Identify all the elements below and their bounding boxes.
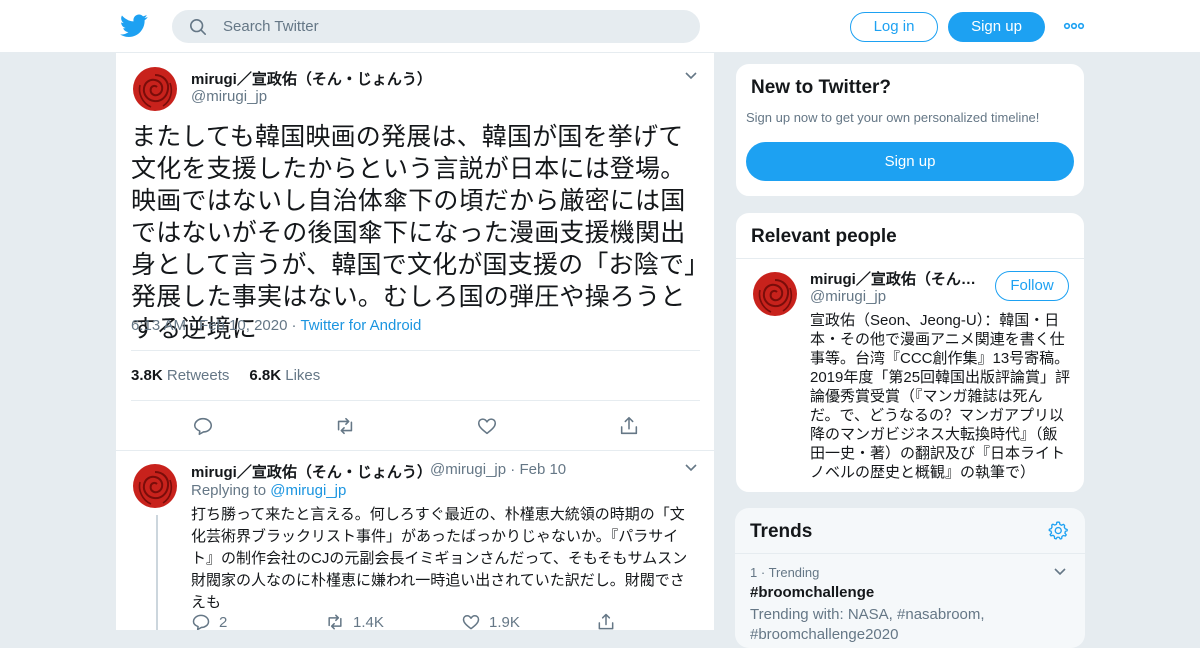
thread-line [156,515,158,630]
divider [736,258,1084,259]
search-input[interactable] [223,11,683,42]
relevant-person-bio: 宣政佑（Seon、Jeong-U）：韓国・日本・その他で漫画アニメ関連を書く仕事… [810,312,1071,481]
likes-label: Likes [285,367,321,384]
like-count: 1.9K [489,613,520,631]
retweets-label: Retweets [166,367,230,384]
trend-related: Trending with: NASA, #nasabroom, #broomc… [750,606,985,643]
tweet-text: またしても韓国映画の発展は、韓国が国を挙げて文化を支援したからという言説が日本に… [131,123,697,343]
avatar[interactable] [131,65,179,113]
retweet-action[interactable]: 1.4K [325,612,384,630]
avatar[interactable] [131,462,179,510]
heart-icon[interactable] [476,415,498,437]
relevant-person-name[interactable]: mirugi／宣政佑（そん・じょんう） [810,268,990,289]
share-icon [598,613,614,630]
search-icon [189,18,207,36]
tweet-time[interactable]: 6:13 AM [131,317,186,334]
replying-handle-link[interactable]: @mirugi_jp [270,482,346,499]
replying-label: Replying to [191,482,267,499]
tweet-date[interactable]: Feb 10, 2020 [199,317,287,334]
signup-button[interactable]: Sign up [746,142,1074,181]
chevron-down-icon[interactable] [1053,567,1067,577]
new-to-twitter-card: New to Twitter? Sign up now to get your … [735,63,1085,197]
reply-author-handle[interactable]: @mirugi_jp [430,461,506,478]
trend-label: Trending [768,565,820,580]
relevant-people-card: Relevant people mirugi／宣政佑（そん・じょんう） @mir… [735,212,1085,493]
reply-meta: @mirugi_jp · Feb 10 [430,461,567,478]
likes-stat[interactable]: 6.8K Likes [249,367,320,384]
gear-icon[interactable] [1048,520,1068,540]
relevant-person-handle[interactable]: @mirugi_jp [810,288,886,305]
author-name[interactable]: mirugi／宣政佑（そん・じょんう） [191,68,432,89]
rose-avatar-image [753,272,797,316]
login-button[interactable]: Log in [850,12,938,42]
heart-icon [462,615,480,630]
divider [735,553,1085,554]
card-subtitle: Sign up now to get your own personalized… [746,110,1040,125]
tweet-stats: 3.8K Retweets 6.8K Likes [131,367,320,384]
reply-action[interactable]: 2 [191,612,227,630]
follow-button[interactable]: Follow [995,271,1069,301]
like-action[interactable]: 1.9K [461,612,520,630]
avatar[interactable] [751,270,799,318]
rose-avatar-image [133,464,177,508]
reply-count: 2 [219,613,228,631]
more-dots-icon[interactable] [1063,19,1085,33]
tweet-column: mirugi／宣政佑（そん・じょんう） @mirugi_jp またしても韓国映画… [115,53,715,630]
share-action[interactable] [596,612,616,630]
trend-hashtag[interactable]: #broomchallenge [750,584,874,601]
retweet-count: 1.4K [353,613,384,631]
chevron-down-icon[interactable] [684,71,698,81]
retweet-icon [328,614,342,630]
divider [116,450,714,451]
card-title: Relevant people [751,226,897,247]
reply-date[interactable]: Feb 10 [519,461,566,478]
reply-icon [192,614,210,630]
retweets-count: 3.8K [131,367,163,384]
reply-author-name[interactable]: mirugi／宣政佑（そん・じょんう） [191,461,432,482]
twitter-bird-icon[interactable] [120,13,148,39]
card-title: Trends [750,521,813,542]
share-icon[interactable] [618,415,640,437]
retweets-stat[interactable]: 3.8K Retweets [131,367,229,384]
card-title: New to Twitter? [751,77,892,98]
replying-to: Replying to @mirugi_jp [191,482,346,499]
reply-text: 打ち勝って来たと言える。何しろすぐ最近の、朴槿恵大統領の時期の「文化芸術界ブラッ… [191,506,688,611]
divider [131,350,700,351]
rose-avatar-image [133,67,177,111]
top-bar: Log in Sign up [0,0,1200,53]
search-bar [172,10,700,43]
trends-card: Trends 1 · Trending #broomchallenge Tren… [735,508,1085,648]
trend-rank: 1 [750,565,758,580]
reply-icon[interactable] [192,415,214,437]
retweet-icon[interactable] [334,415,356,437]
tweet-meta: 6:13 AM · Feb 10, 2020 · Twitter for Android [131,317,422,334]
author-handle[interactable]: @mirugi_jp [191,88,267,105]
likes-count: 6.8K [249,367,282,384]
trend-meta: 1 · Trending [750,565,820,580]
signup-button[interactable]: Sign up [948,12,1045,42]
chevron-down-icon[interactable] [684,463,698,473]
divider [131,400,700,401]
tweet-source-link[interactable]: Twitter for Android [300,317,421,334]
